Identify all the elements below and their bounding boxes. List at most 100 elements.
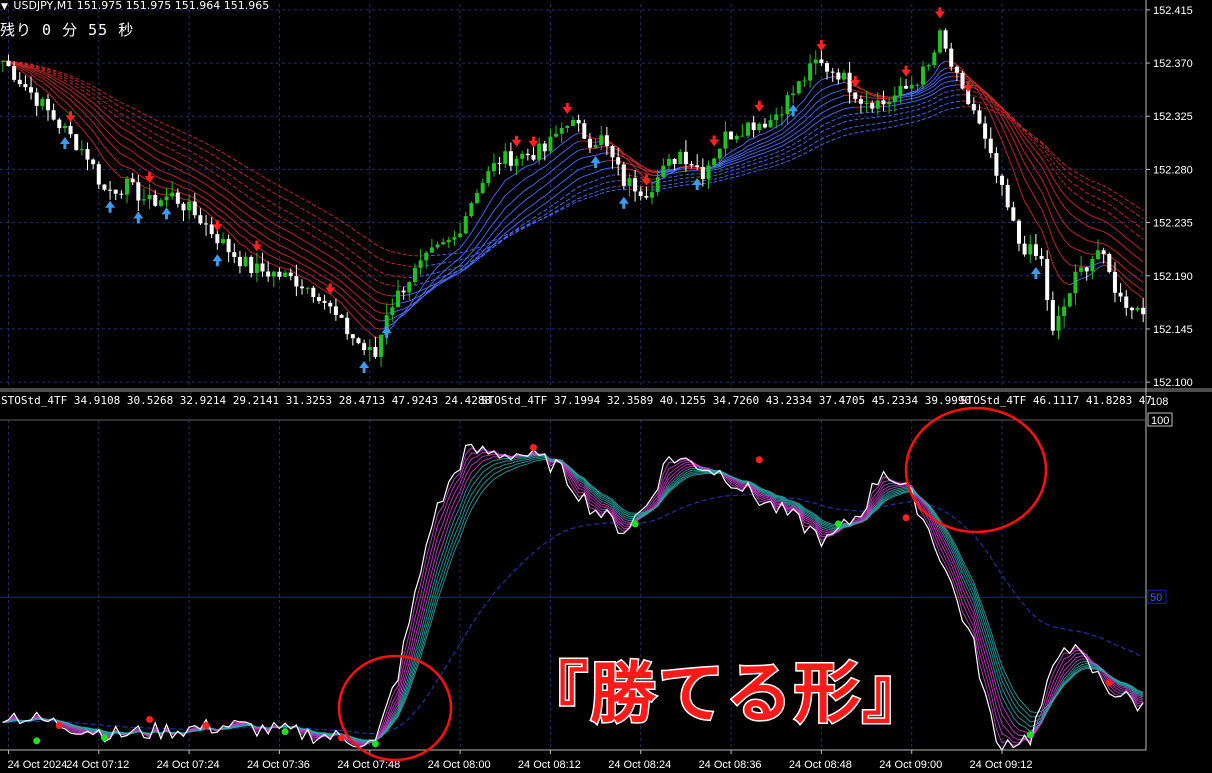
candle bbox=[621, 161, 626, 190]
candle bbox=[373, 336, 378, 359]
candle-body bbox=[153, 194, 158, 206]
candle-body bbox=[40, 99, 45, 106]
candle bbox=[616, 147, 621, 176]
candle-body bbox=[610, 146, 615, 158]
candle-body bbox=[401, 290, 406, 293]
candle-body bbox=[616, 157, 621, 165]
candle-body bbox=[435, 244, 440, 248]
candle-body bbox=[864, 102, 869, 104]
ema-blue-36 bbox=[403, 89, 957, 287]
sell-arrow bbox=[562, 102, 573, 114]
candle-body bbox=[542, 143, 547, 152]
candle-body bbox=[983, 123, 988, 139]
candle bbox=[435, 241, 440, 249]
candle bbox=[34, 87, 39, 116]
candle bbox=[119, 190, 124, 199]
candle bbox=[260, 252, 265, 277]
candle bbox=[740, 123, 745, 137]
candle-body bbox=[141, 199, 146, 201]
candle-body bbox=[988, 138, 993, 154]
candle bbox=[130, 172, 135, 186]
price-tick-label: 152.190 bbox=[1153, 271, 1193, 283]
candle-body bbox=[367, 346, 372, 351]
candle bbox=[1039, 248, 1044, 266]
candle-body bbox=[407, 281, 412, 293]
candle bbox=[1016, 219, 1021, 252]
candle bbox=[1022, 235, 1027, 257]
candle-body bbox=[57, 119, 62, 129]
candle-body bbox=[424, 252, 429, 261]
candle bbox=[113, 189, 118, 201]
candle-body bbox=[836, 72, 841, 80]
candle bbox=[751, 115, 756, 138]
candle-body bbox=[237, 256, 242, 267]
sto-marker-red bbox=[202, 722, 210, 730]
candle bbox=[237, 250, 242, 274]
price-tick-label: 152.370 bbox=[1153, 58, 1193, 70]
candle-body bbox=[85, 149, 90, 160]
sto-marker-red bbox=[338, 734, 346, 742]
candle-body bbox=[232, 252, 237, 257]
sto-marker-red bbox=[902, 514, 910, 522]
candle bbox=[791, 85, 796, 104]
panel-frames bbox=[0, 0, 1212, 751]
candle-body bbox=[204, 223, 209, 225]
candle-body bbox=[254, 263, 259, 273]
candle bbox=[904, 78, 909, 90]
candle-body bbox=[937, 30, 942, 53]
candle-body bbox=[45, 99, 50, 111]
candle bbox=[1033, 233, 1038, 261]
candle-body bbox=[1045, 259, 1050, 300]
candle bbox=[294, 264, 299, 297]
candle bbox=[254, 252, 259, 282]
candle-body bbox=[808, 63, 813, 81]
candle bbox=[68, 119, 73, 139]
candle bbox=[1141, 298, 1146, 323]
candle-body bbox=[689, 164, 694, 166]
candle bbox=[1000, 174, 1005, 196]
candle-body bbox=[305, 287, 310, 289]
candle-body bbox=[283, 272, 288, 277]
candle bbox=[91, 158, 96, 169]
candle bbox=[1056, 305, 1061, 340]
sto-marker-red bbox=[55, 722, 63, 730]
candle-body bbox=[734, 135, 739, 140]
candle bbox=[1135, 305, 1140, 312]
candle-body bbox=[881, 100, 886, 105]
time-tick-label: 24 Oct 08:00 bbox=[428, 759, 491, 771]
candle bbox=[271, 270, 276, 288]
candle bbox=[525, 148, 530, 161]
candle-body bbox=[587, 138, 592, 148]
candle-body bbox=[683, 151, 688, 165]
dropdown-triangle-icon[interactable]: ▼ bbox=[1, 2, 8, 12]
candle-body bbox=[1096, 250, 1101, 260]
candle-body bbox=[915, 84, 920, 86]
candle bbox=[633, 169, 638, 202]
candle-body bbox=[362, 343, 367, 351]
candle-body bbox=[650, 192, 655, 198]
candle bbox=[836, 68, 841, 85]
candle bbox=[407, 281, 412, 300]
candle bbox=[401, 286, 406, 300]
candle-body bbox=[768, 120, 773, 128]
candle-body bbox=[1084, 267, 1089, 272]
candle-body bbox=[220, 239, 225, 244]
candle-body bbox=[672, 159, 677, 165]
candle-body bbox=[181, 203, 186, 211]
candle bbox=[322, 294, 327, 310]
candle bbox=[45, 94, 50, 121]
candle bbox=[136, 174, 141, 211]
candle-body bbox=[954, 66, 959, 73]
candle-body bbox=[379, 334, 384, 357]
candle bbox=[40, 97, 45, 111]
candle bbox=[418, 249, 423, 275]
candle bbox=[300, 279, 305, 295]
candle bbox=[187, 194, 192, 220]
candle-body bbox=[762, 123, 767, 128]
candle-body bbox=[429, 247, 434, 253]
symbol-info: USDJPY,M1 151.975 151.975 151.964 151.96… bbox=[13, 0, 270, 12]
candle bbox=[395, 279, 400, 308]
candle-body bbox=[796, 81, 801, 94]
candle-body bbox=[74, 134, 79, 150]
candle-body bbox=[751, 122, 756, 131]
